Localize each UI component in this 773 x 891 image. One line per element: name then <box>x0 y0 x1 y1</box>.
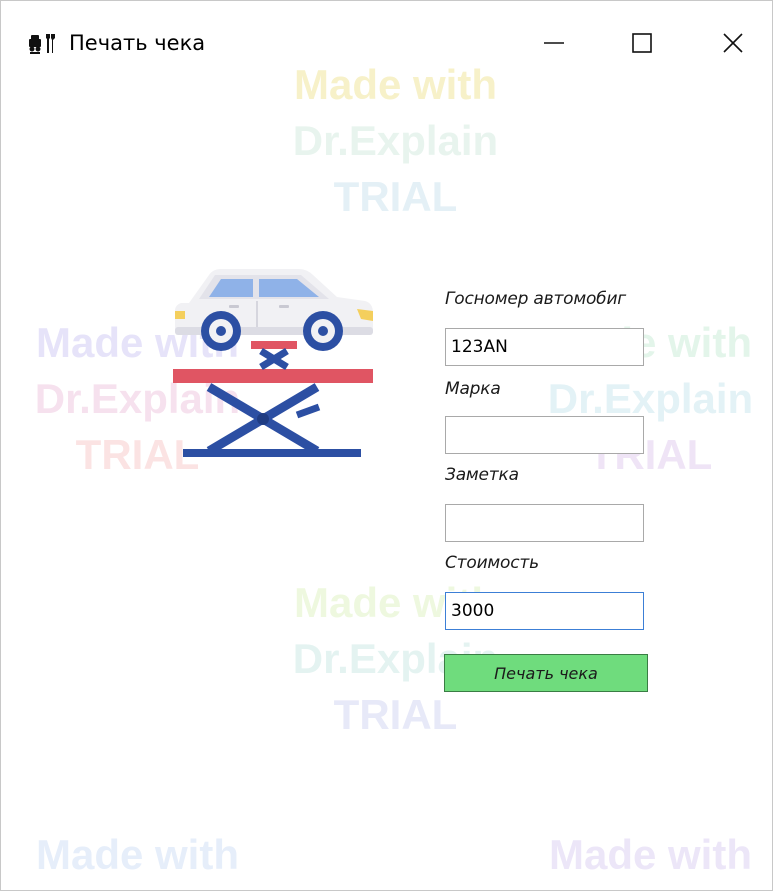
maximize-button[interactable] <box>607 15 677 71</box>
watermark: Made with <box>35 831 239 878</box>
close-icon <box>723 33 743 53</box>
maximize-icon <box>632 33 652 53</box>
close-button[interactable] <box>698 15 768 71</box>
brand-input[interactable] <box>445 416 644 454</box>
cost-label: Стоимость <box>445 553 539 573</box>
brand-label: Марка <box>445 379 501 399</box>
note-label: Заметка <box>445 465 519 485</box>
note-input[interactable] <box>445 504 644 542</box>
app-window: Печать чека Made with Dr.Explain TRIAL M… <box>0 0 773 891</box>
plate-label: Госномер автомобиг <box>445 289 627 309</box>
print-receipt-button[interactable]: Печать чека <box>444 654 648 692</box>
window-title: Печать чека <box>69 31 206 55</box>
minimize-button[interactable] <box>519 15 589 71</box>
cost-input[interactable] <box>445 592 644 630</box>
watermark: Made with <box>548 831 752 878</box>
car-service-icon <box>29 34 55 54</box>
title-bar[interactable]: Печать чека <box>1 1 772 85</box>
car-lift-icon <box>173 269 373 457</box>
plate-input[interactable] <box>445 328 644 366</box>
minimize-icon <box>544 42 564 44</box>
